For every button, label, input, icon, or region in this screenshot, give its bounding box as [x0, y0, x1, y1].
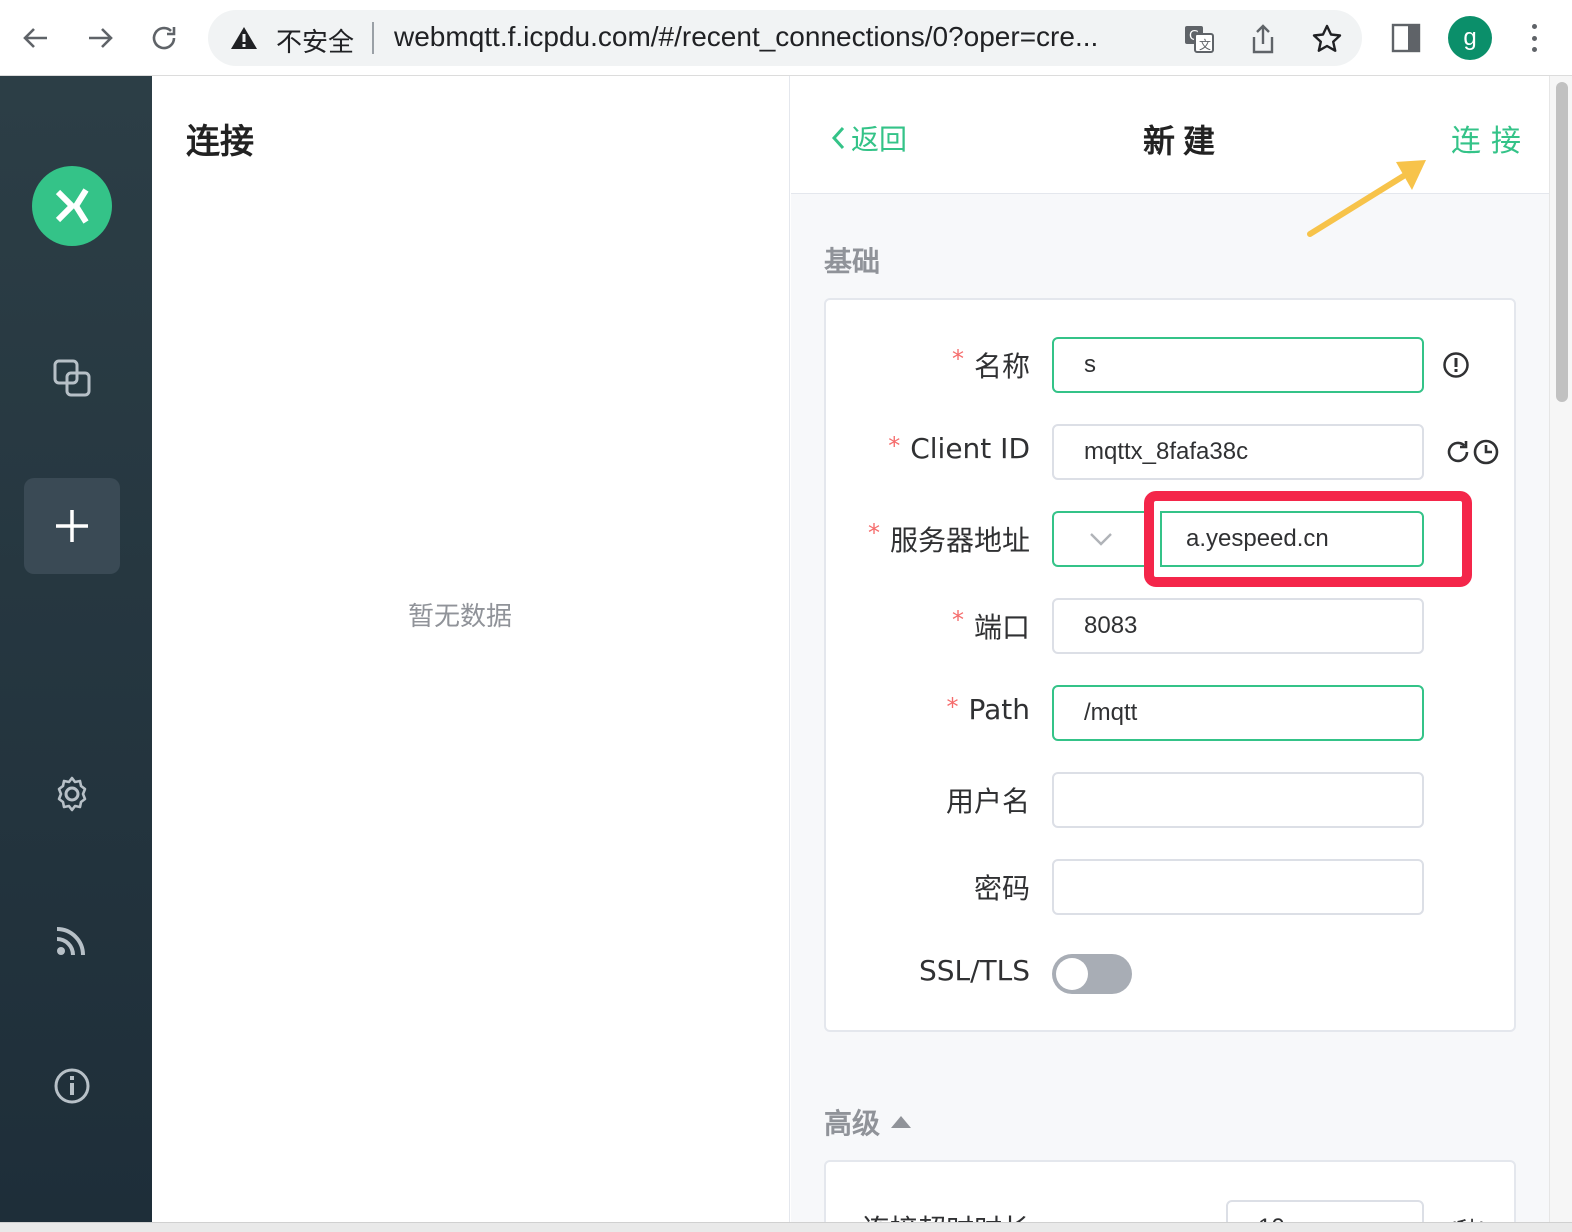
divider [372, 22, 374, 54]
address-bar[interactable]: 不安全 webmqtt.f.icpdu.com/#/recent_connect… [208, 10, 1362, 66]
ssl-toggle[interactable] [1052, 954, 1132, 994]
name-input[interactable]: s [1052, 337, 1424, 393]
plus-icon [56, 510, 88, 542]
back-label: 返回 [851, 123, 908, 156]
host-label: * 服务器地址 [867, 519, 1030, 557]
client-id-input[interactable]: mqttx_8fafa38c [1052, 424, 1424, 480]
svg-text:文: 文 [1199, 37, 1211, 52]
username-row: 用户名 [826, 772, 1518, 828]
bottom-edge [0, 1222, 1572, 1232]
username-input[interactable] [1052, 772, 1424, 828]
new-connection-form: 返回 新建 连接 基础 * 名称 s * Client ID mqttx_8fafa… [791, 76, 1549, 1222]
advanced-settings-card: 连接超时时长 10 (秒) [824, 1160, 1516, 1222]
security-label[interactable]: 不安全 [276, 22, 354, 59]
advanced-section-title[interactable]: 高级 [824, 1102, 912, 1142]
new-connection-button[interactable] [24, 478, 120, 574]
port-row: * 端口 8083 [826, 598, 1518, 654]
chevron-left-icon [831, 126, 845, 150]
basic-section-title: 基础 [824, 245, 881, 278]
connections-icon[interactable] [40, 346, 104, 410]
app-sidebar [0, 76, 152, 1222]
forward-icon[interactable] [80, 18, 120, 58]
more-menu-icon[interactable] [1522, 20, 1546, 56]
connections-panel: 连接 暂无数据 [152, 76, 790, 1222]
clock-icon[interactable] [1468, 434, 1504, 470]
port-label: * 端口 [951, 606, 1030, 644]
scroll-thumb[interactable] [1556, 82, 1568, 402]
client-id-row: * Client ID mqttx_8fafa38c [826, 424, 1518, 480]
username-label: 用户名 [945, 785, 1030, 818]
toggle-knob [1056, 958, 1088, 990]
back-icon[interactable] [16, 18, 56, 58]
alert-circle-icon[interactable] [1438, 347, 1474, 383]
annotation-highlight-box [1144, 491, 1472, 587]
path-row: * Path /mqtt [826, 685, 1518, 741]
protocol-select[interactable] [1052, 511, 1148, 567]
client-id-label: * Client ID [888, 432, 1030, 465]
caret-up-icon [891, 1116, 912, 1128]
password-row: 密码 [826, 859, 1518, 915]
feed-icon[interactable] [40, 908, 104, 972]
reload-icon[interactable] [144, 18, 184, 58]
scrollbar[interactable] [1549, 76, 1572, 1222]
share-icon[interactable] [1246, 22, 1280, 56]
chevron-down-icon [1090, 533, 1112, 546]
ssl-row: SSL/TLS [826, 946, 1518, 1002]
basic-settings-card: * 名称 s * Client ID mqttx_8fafa38c * 服务器地址 [824, 298, 1516, 1032]
path-label: * Path [946, 693, 1030, 726]
annotation-arrow [1307, 160, 1426, 237]
side-panel-icon[interactable] [1390, 22, 1422, 59]
name-row: * 名称 s [826, 337, 1518, 393]
name-label: * 名称 [951, 345, 1030, 383]
connections-title: 连接 [186, 122, 254, 162]
info-icon[interactable] [40, 1054, 104, 1118]
password-label: 密码 [973, 872, 1030, 905]
back-button[interactable]: 返回 [829, 118, 907, 158]
url-text[interactable]: webmqtt.f.icpdu.com/#/recent_connections… [394, 21, 1154, 53]
connect-timeout-unit: (秒) [1438, 1210, 1498, 1223]
empty-state-text: 暂无数据 [408, 602, 513, 632]
port-input[interactable]: 8083 [1052, 598, 1424, 654]
bookmark-star-icon[interactable] [1310, 22, 1344, 56]
mqttx-logo [32, 166, 112, 246]
path-input[interactable]: /mqtt [1052, 685, 1424, 741]
browser-toolbar: 不安全 webmqtt.f.icpdu.com/#/recent_connect… [0, 0, 1572, 76]
connect-button[interactable]: 连接 [1451, 116, 1531, 160]
host-row: * 服务器地址 a.yespeed.cn [826, 491, 1518, 587]
profile-avatar[interactable]: g [1448, 16, 1492, 60]
gear-icon[interactable] [40, 762, 104, 826]
connect-timeout-label: 连接超时时长 [862, 1208, 1030, 1222]
connect-timeout-input[interactable]: 10 [1226, 1200, 1424, 1222]
page-title: 新建 [1143, 122, 1224, 160]
translate-icon[interactable]: G文 [1182, 22, 1216, 56]
warning-icon [230, 25, 258, 56]
password-input[interactable] [1052, 859, 1424, 915]
ssl-label: SSL/TLS [918, 954, 1030, 987]
connect-timeout-row: 连接超时时长 10 (秒) [826, 1200, 1518, 1222]
